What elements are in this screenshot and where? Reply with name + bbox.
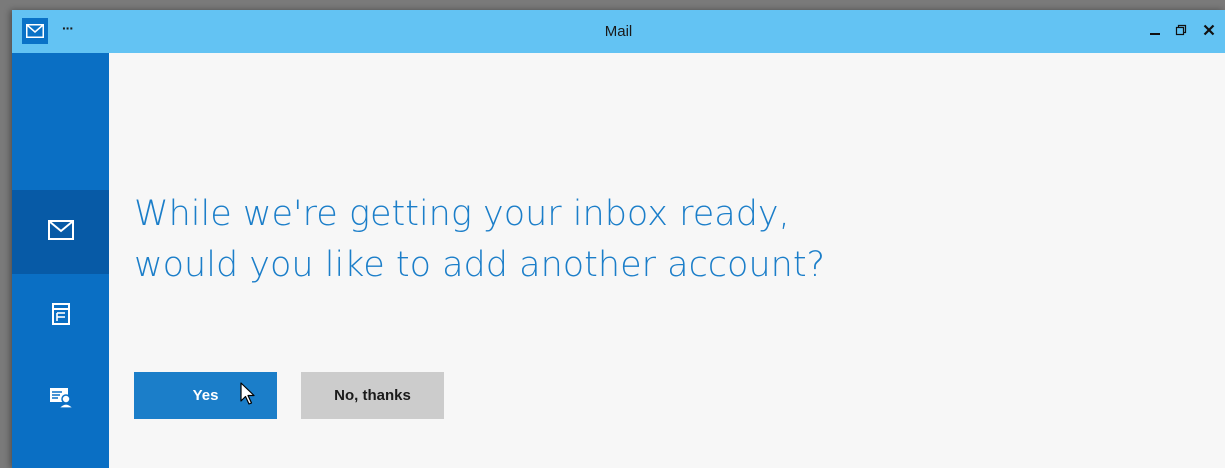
restore-icon bbox=[1175, 23, 1187, 41]
prompt-line-2: would you like to add another account? bbox=[134, 245, 826, 285]
title-bar[interactable]: ··· Mail bbox=[12, 10, 1225, 53]
no-thanks-button[interactable]: No, thanks bbox=[301, 372, 444, 419]
sidebar-item-mail[interactable] bbox=[12, 190, 109, 274]
sidebar bbox=[12, 53, 109, 468]
sidebar-item-people[interactable] bbox=[12, 358, 109, 442]
contact-card-icon bbox=[49, 387, 74, 414]
sidebar-item-calendar[interactable] bbox=[12, 274, 109, 358]
close-button[interactable] bbox=[1198, 22, 1220, 42]
minimize-icon bbox=[1149, 23, 1161, 41]
main-content: While we're getting your inbox ready, wo… bbox=[109, 53, 1225, 468]
prompt-line-1: While we're getting your inbox ready, bbox=[134, 194, 790, 234]
window-title: Mail bbox=[604, 23, 633, 40]
add-account-prompt: While we're getting your inbox ready, wo… bbox=[134, 189, 1214, 291]
yes-button[interactable]: Yes bbox=[134, 372, 277, 419]
close-icon bbox=[1203, 23, 1215, 41]
minimize-button[interactable] bbox=[1144, 22, 1166, 42]
envelope-icon bbox=[47, 219, 74, 245]
calendar-icon bbox=[51, 302, 70, 330]
mail-window: ··· Mail While we're getting your inbox … bbox=[12, 10, 1225, 468]
restore-button[interactable] bbox=[1170, 22, 1192, 42]
